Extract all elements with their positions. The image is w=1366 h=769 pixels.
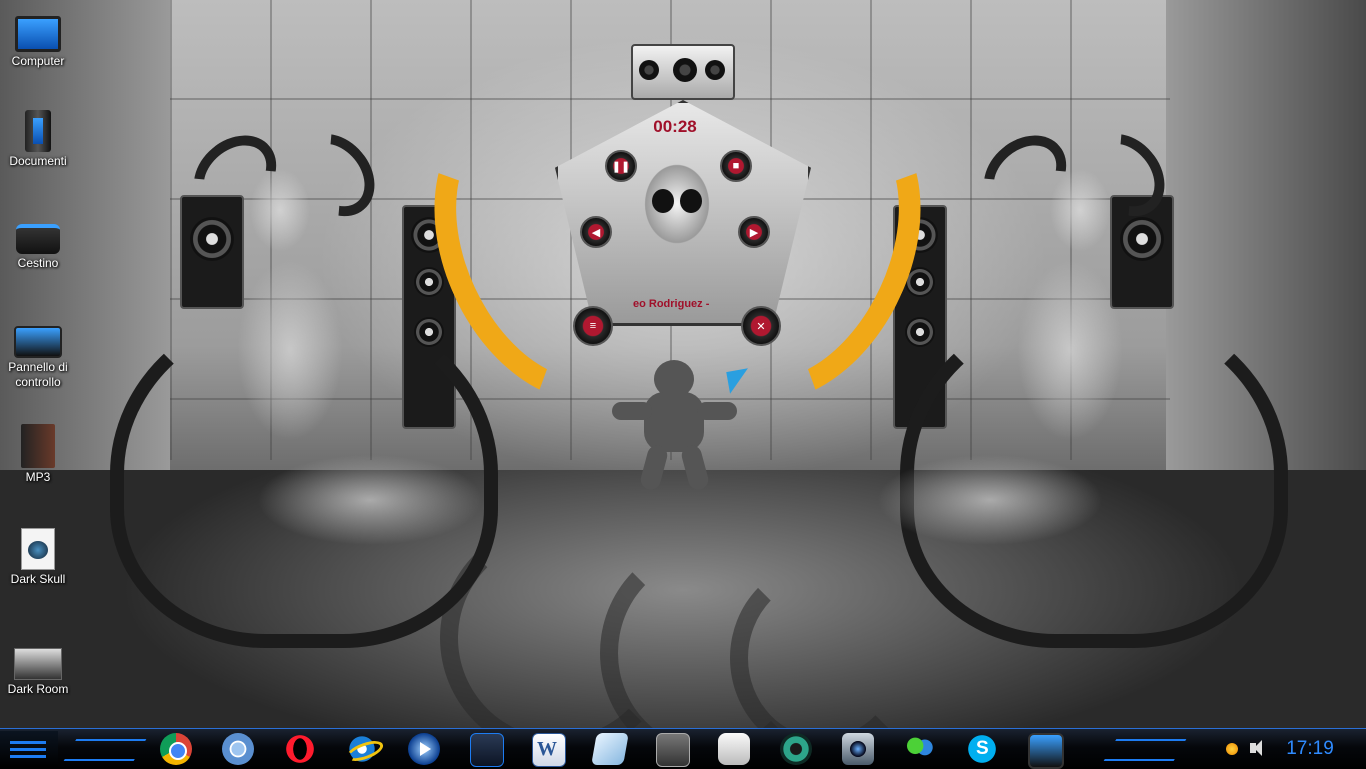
media-player-widget[interactable]: 00:28 ❚❚ ■ ◀ ▶ eo Rodriguez - ≡ ✕ — [388, 40, 967, 440]
windows-icon[interactable] — [656, 733, 690, 767]
pause-button[interactable]: ❚❚ — [605, 150, 637, 182]
stop-button[interactable]: ■ — [720, 150, 752, 182]
system-tray — [1200, 733, 1280, 765]
desktop-icon-mp3[interactable]: MP3 — [0, 424, 76, 485]
close-button[interactable]: ✕ — [741, 306, 781, 346]
blue-folder-icon[interactable] — [470, 733, 504, 767]
next-icon: ▶ — [749, 226, 759, 239]
volume-icon[interactable] — [1250, 740, 1262, 756]
desktop-icon-pannello[interactable]: Pannello di controllo — [0, 318, 76, 390]
desktop-icon-label: MP3 — [25, 470, 51, 484]
word-icon[interactable] — [532, 733, 566, 767]
gear-icon[interactable] — [780, 733, 812, 765]
camera-icon[interactable] — [842, 733, 874, 765]
chrome-icon[interactable] — [160, 733, 192, 765]
close-icon: ✕ — [756, 320, 766, 333]
floor-swirl — [730, 560, 916, 756]
start-button[interactable] — [0, 731, 58, 767]
documents-tower-icon — [25, 110, 51, 152]
mouse-cursor-icon — [726, 368, 752, 394]
pause-icon: ❚❚ — [611, 160, 631, 173]
desktop-icon-label: Dark Room — [7, 682, 69, 696]
desktop-icon-label: Documenti — [9, 154, 67, 168]
track-title: eo Rodriguez - — [633, 298, 710, 310]
dark-room-image-icon — [14, 648, 62, 680]
recycle-bin-icon — [16, 224, 60, 254]
taskbar-decoration — [1103, 739, 1187, 761]
desktop-icon-label: Computer — [11, 54, 65, 68]
mp3-folder-icon — [21, 424, 55, 468]
desktop-icon-cestino[interactable]: Cestino — [0, 214, 76, 271]
gingerbread-figure — [612, 360, 737, 495]
player-speaker-top — [631, 44, 735, 100]
menu-button[interactable]: ≡ — [573, 306, 613, 346]
media-player-icon[interactable] — [408, 733, 440, 765]
previous-button[interactable]: ◀ — [580, 216, 612, 248]
desktop-icon-label: Pannello di controllo — [8, 360, 68, 389]
taskbar-decoration — [63, 739, 147, 761]
skull-artwork — [627, 144, 727, 284]
opera-icon[interactable] — [284, 733, 316, 765]
desktop-icon-dark-room[interactable]: Dark Room — [0, 640, 76, 697]
player-time: 00:28 — [653, 117, 697, 136]
taskbar: 17:19 — [0, 728, 1366, 769]
monitor-icon — [15, 16, 61, 52]
desktop-icon-documenti[interactable]: Documenti — [0, 110, 76, 169]
messenger-icon[interactable] — [904, 733, 936, 765]
control-panel-icon[interactable] — [1028, 733, 1064, 769]
taskbar-clock[interactable]: 17:19 — [1280, 737, 1340, 761]
control-panel-icon — [14, 326, 62, 358]
menu-icon: ≡ — [589, 320, 597, 332]
desktop-icon-label: Cestino — [17, 256, 59, 270]
desktop-icon-label: Dark Skull — [10, 572, 66, 586]
desktop-icon-dark-skull[interactable]: Dark Skull — [0, 528, 76, 587]
ie-icon[interactable] — [346, 733, 378, 765]
previous-icon: ◀ — [591, 226, 601, 239]
stop-icon: ■ — [732, 160, 740, 172]
desktop-icon-computer[interactable]: Computer — [0, 10, 76, 69]
weather-sun-icon[interactable] — [1226, 743, 1238, 755]
usb-icon[interactable] — [718, 733, 750, 765]
skype-icon[interactable] — [966, 733, 998, 765]
next-button[interactable]: ▶ — [738, 216, 770, 248]
notes-icon[interactable] — [591, 733, 629, 765]
image-file-icon — [21, 528, 55, 570]
chromium-icon[interactable] — [222, 733, 254, 765]
